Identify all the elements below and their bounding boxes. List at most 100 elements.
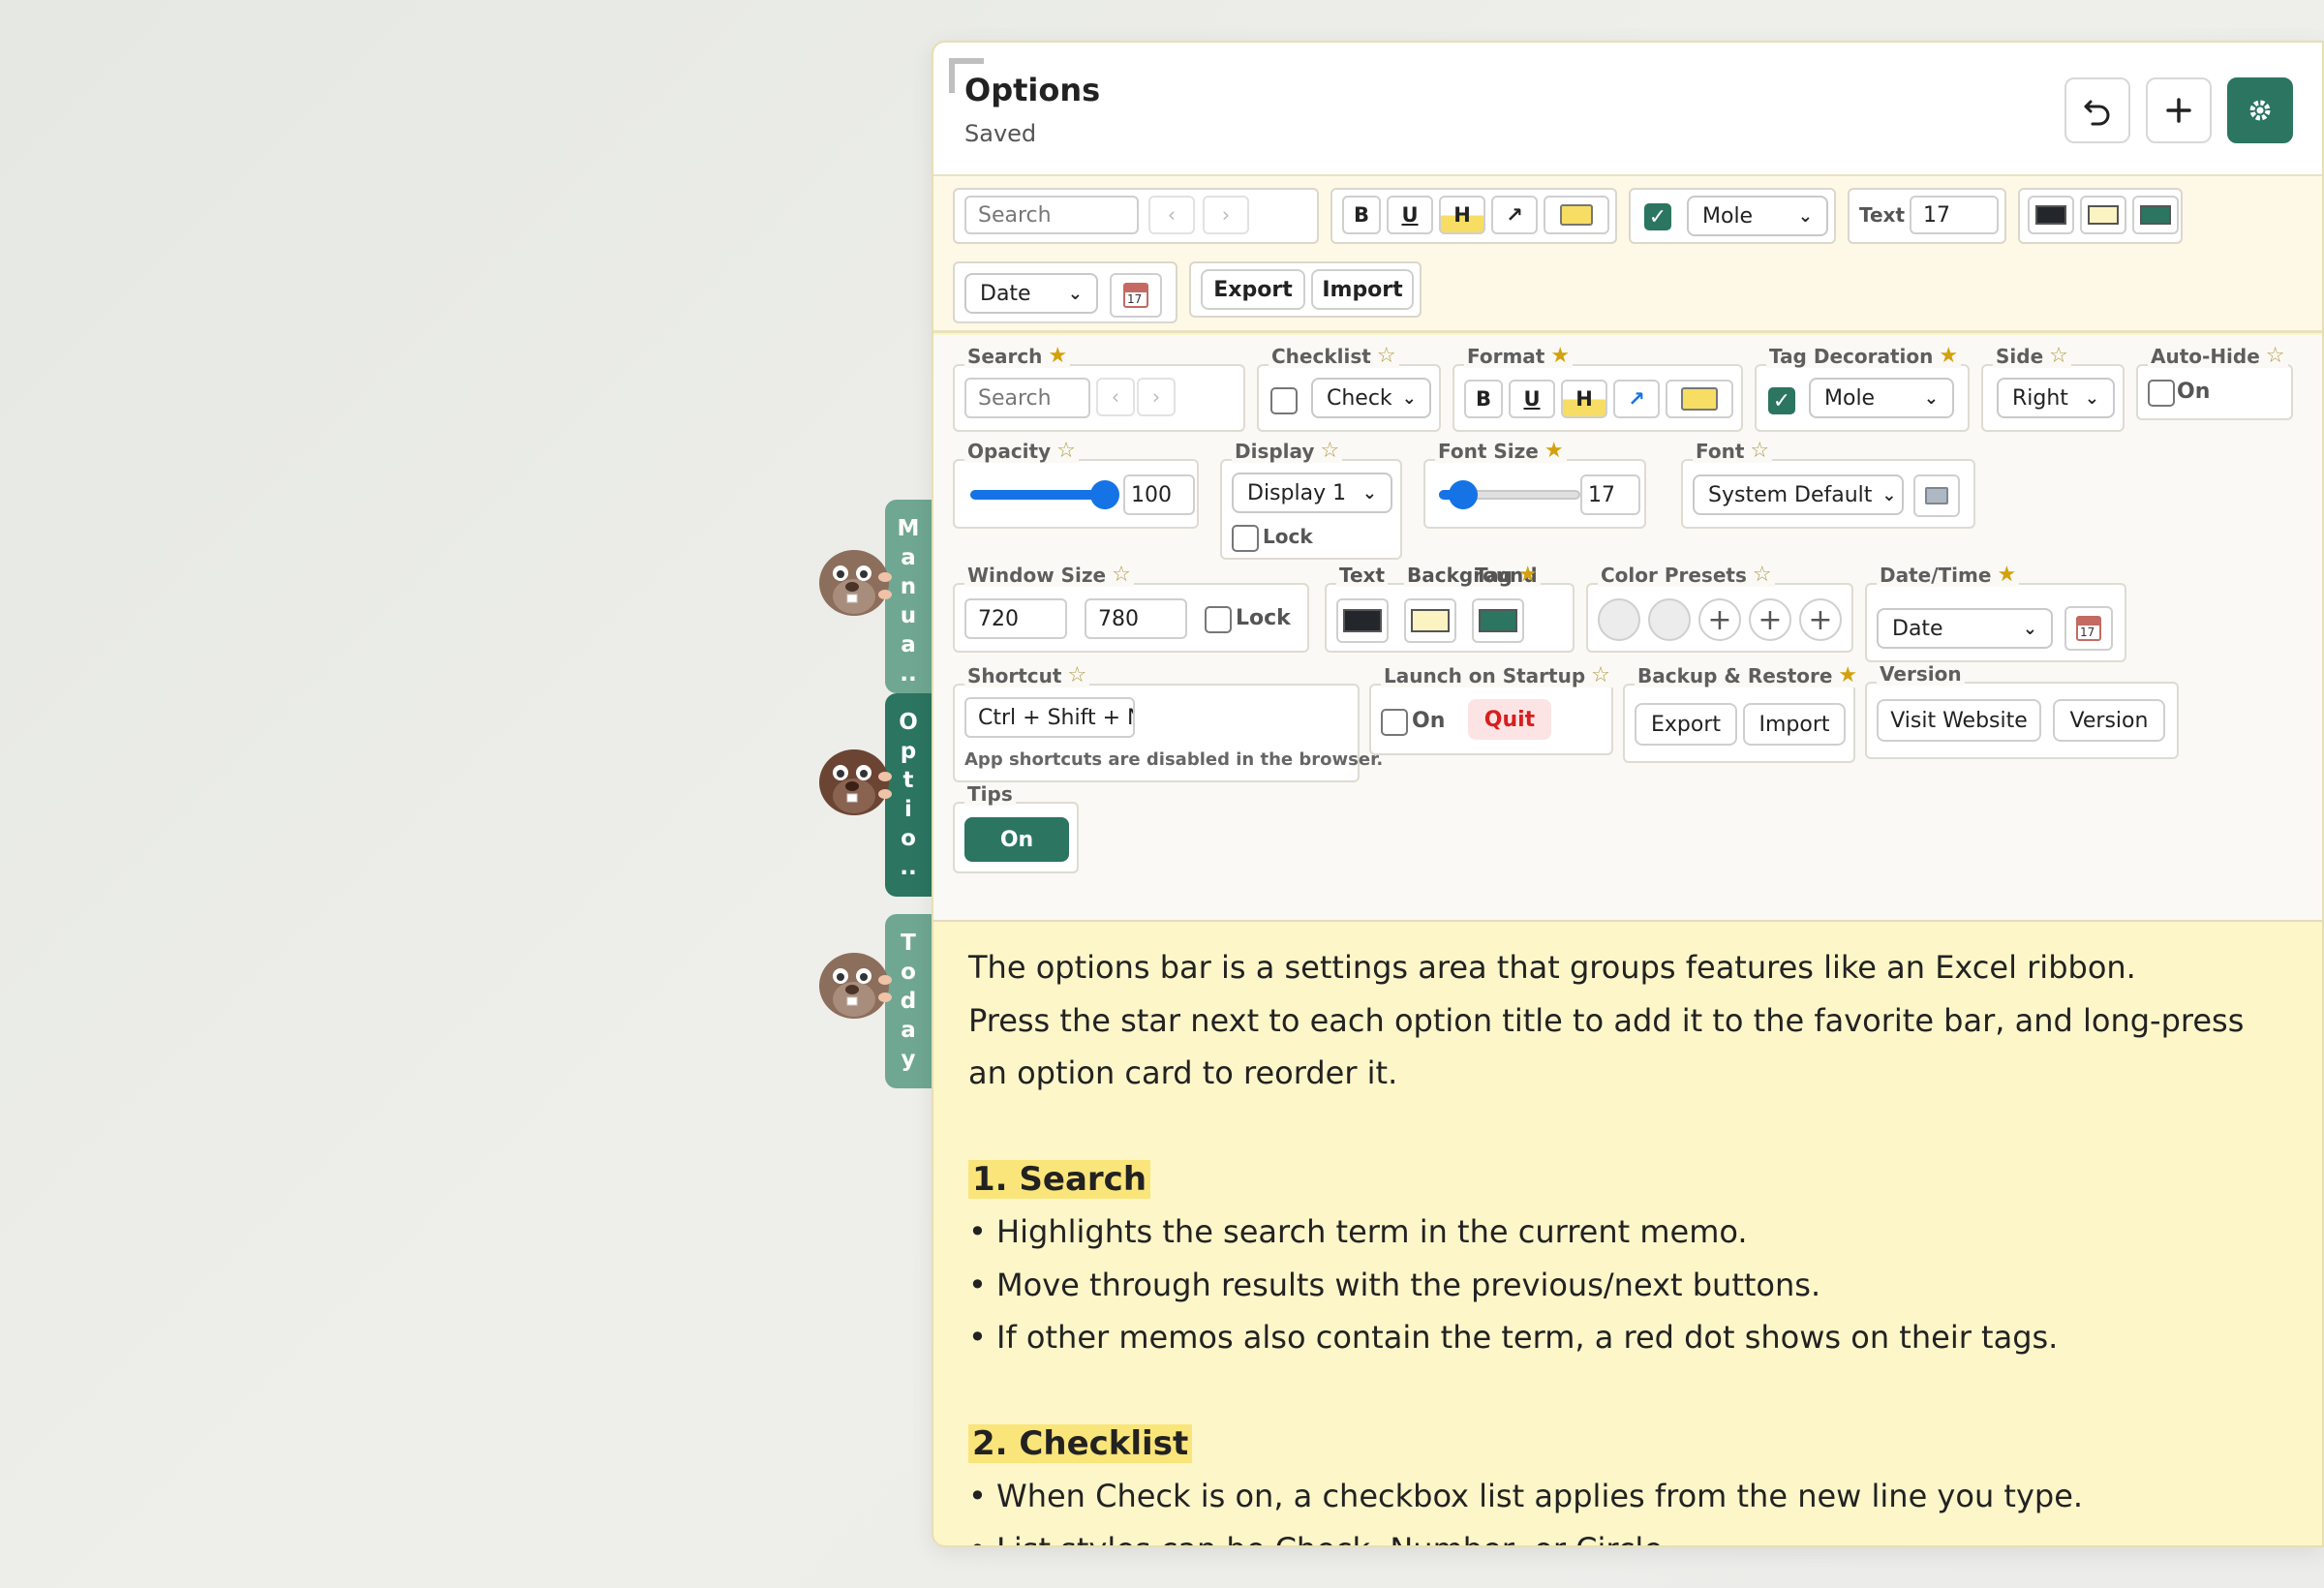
font-size-input[interactable]: 17: [1580, 474, 1640, 515]
star-filled-icon[interactable]: ★: [1939, 346, 1958, 367]
datetime-select[interactable]: Date ⌄: [1877, 608, 2053, 649]
fav-bold-button[interactable]: B: [1342, 196, 1381, 234]
fav-bg-color-button[interactable]: [2080, 196, 2126, 234]
quit-button[interactable]: Quit: [1468, 699, 1551, 740]
backup-import-button[interactable]: Import: [1743, 703, 1846, 746]
star-outline-icon[interactable]: ☆: [1377, 346, 1396, 367]
window-height-input[interactable]: 780: [1085, 598, 1187, 639]
add-preset-button[interactable]: +: [1749, 598, 1791, 641]
search-next-button[interactable]: ›: [1137, 378, 1176, 416]
star-outline-icon[interactable]: ☆: [1320, 441, 1339, 462]
visit-website-button[interactable]: Visit Website: [1877, 699, 2041, 742]
settings-button[interactable]: [2227, 77, 2293, 143]
option-card-colors[interactable]: Text Background Tag ★: [1325, 564, 1575, 653]
option-card-font[interactable]: Font ☆ System Default ⌄: [1681, 440, 1975, 529]
fav-highlight-button[interactable]: H: [1439, 196, 1485, 234]
option-card-color-presets[interactable]: Color Presets ☆ + + +: [1586, 564, 1853, 653]
font-folder-button[interactable]: [1913, 474, 1960, 517]
option-card-format[interactable]: Format ★ B U H ↗: [1452, 345, 1743, 432]
option-card-datetime[interactable]: Date/Time ★ Date ⌄ 17: [1865, 564, 2126, 662]
fav-tag-style-select[interactable]: Mole ⌄: [1687, 196, 1828, 236]
option-card-tag-decoration[interactable]: Tag Decoration ★ ✓ Mole ⌄: [1755, 345, 1970, 432]
star-outline-icon[interactable]: ☆: [1112, 565, 1131, 586]
add-memo-button[interactable]: [2146, 77, 2212, 143]
fav-link-button[interactable]: ↗: [1491, 196, 1538, 234]
fav-calendar-button[interactable]: 17: [1110, 273, 1162, 318]
tag-color-button[interactable]: [1472, 598, 1524, 643]
star-outline-icon[interactable]: ☆: [1753, 565, 1772, 586]
opacity-input[interactable]: 100: [1123, 474, 1195, 515]
fav-import-button[interactable]: Import: [1311, 269, 1414, 310]
fav-date-select[interactable]: Date ⌄: [964, 273, 1098, 314]
font-select[interactable]: System Default ⌄: [1693, 474, 1904, 515]
star-outline-icon[interactable]: ☆: [1591, 665, 1610, 687]
checklist-checkbox[interactable]: [1270, 387, 1298, 414]
star-outline-icon[interactable]: ☆: [1067, 665, 1086, 687]
memo-content[interactable]: The options bar is a settings area that …: [968, 941, 2283, 1545]
window-width-input[interactable]: 720: [964, 598, 1067, 639]
tag-style-select[interactable]: Mole ⌄: [1809, 378, 1954, 418]
fav-font-size-input[interactable]: 17: [1910, 196, 1999, 234]
star-outline-icon[interactable]: ☆: [2049, 346, 2068, 367]
option-card-side[interactable]: Side ☆ Right ⌄: [1981, 345, 2125, 432]
tag-decoration-checkbox[interactable]: ✓: [1768, 387, 1795, 414]
version-button[interactable]: Version: [2053, 699, 2165, 742]
search-input[interactable]: Search: [964, 378, 1090, 418]
backup-export-button[interactable]: Export: [1635, 703, 1737, 746]
star-filled-icon[interactable]: ★: [1838, 665, 1857, 687]
option-card-font-size[interactable]: Font Size ★ 17: [1423, 440, 1646, 529]
fav-tag-color-button[interactable]: [2132, 196, 2179, 234]
star-filled-icon[interactable]: ★: [1544, 441, 1564, 462]
search-prev-button[interactable]: ‹: [1096, 378, 1135, 416]
option-card-launch[interactable]: Launch on Startup ☆ On Quit: [1369, 664, 1613, 755]
option-card-version[interactable]: Version Visit Website Version: [1865, 662, 2179, 759]
font-size-slider-knob[interactable]: [1449, 480, 1478, 509]
bold-button[interactable]: B: [1464, 380, 1503, 418]
star-filled-icon[interactable]: ★: [1518, 565, 1538, 586]
fav-tag-decoration-checkbox[interactable]: ✓: [1644, 203, 1671, 230]
fav-text-color-button[interactable]: [2028, 196, 2074, 234]
fav-export-button[interactable]: Export: [1201, 269, 1305, 310]
add-preset-button[interactable]: +: [1799, 598, 1842, 641]
fav-prev-button[interactable]: ‹: [1148, 196, 1195, 234]
launch-checkbox[interactable]: [1381, 709, 1408, 736]
star-outline-icon[interactable]: ☆: [1056, 441, 1076, 462]
star-filled-icon[interactable]: ★: [1048, 346, 1067, 367]
auto-hide-checkbox[interactable]: [2148, 380, 2175, 407]
star-outline-icon[interactable]: ☆: [2266, 346, 2285, 367]
option-card-backup[interactable]: Backup & Restore ★ Export Import: [1623, 664, 1861, 763]
option-card-shortcut[interactable]: Shortcut ☆ Ctrl + Shift + N App shortcuts…: [953, 664, 1383, 782]
calendar-button[interactable]: 17: [2064, 606, 2113, 651]
option-card-window-size[interactable]: Window Size ☆ 720 780 Lock: [953, 564, 1309, 653]
underline-button[interactable]: U: [1509, 380, 1555, 418]
text-color-button[interactable]: [1336, 598, 1389, 643]
fav-highlight-color-button[interactable]: [1544, 196, 1609, 234]
display-select[interactable]: Display 1 ⌄: [1232, 473, 1392, 513]
opacity-slider-track[interactable]: [970, 490, 1106, 500]
add-preset-button[interactable]: +: [1698, 598, 1741, 641]
background-color-button[interactable]: [1404, 598, 1456, 643]
display-lock-checkbox[interactable]: [1232, 525, 1259, 552]
window-lock-checkbox[interactable]: [1205, 606, 1232, 633]
star-filled-icon[interactable]: ★: [1550, 346, 1570, 367]
fav-next-button[interactable]: ›: [1203, 196, 1249, 234]
tips-toggle[interactable]: On: [964, 817, 1069, 862]
option-card-search[interactable]: Search ★ Search ‹ ›: [953, 345, 1245, 432]
preset-slot[interactable]: [1598, 598, 1640, 641]
undo-button[interactable]: [2064, 77, 2130, 143]
checklist-style-select[interactable]: Check ⌄: [1311, 378, 1431, 418]
star-outline-icon[interactable]: ☆: [1750, 441, 1769, 462]
shortcut-input[interactable]: Ctrl + Shift + N: [964, 697, 1135, 738]
side-select[interactable]: Right ⌄: [1997, 378, 2115, 418]
preset-slot[interactable]: [1648, 598, 1691, 641]
option-card-opacity[interactable]: Opacity ☆ 100: [953, 440, 1199, 529]
fav-underline-button[interactable]: U: [1387, 196, 1433, 234]
highlight-button[interactable]: H: [1561, 380, 1607, 418]
option-card-display[interactable]: Display ☆ Display 1 ⌄ Lock: [1220, 440, 1402, 560]
star-filled-icon[interactable]: ★: [1997, 565, 2016, 586]
opacity-slider-knob[interactable]: [1090, 480, 1119, 509]
option-card-auto-hide[interactable]: Auto-Hide ☆ On: [2136, 345, 2293, 420]
option-card-tips[interactable]: Tips On: [953, 782, 1079, 873]
highlight-color-button[interactable]: [1666, 380, 1733, 418]
option-card-checklist[interactable]: Checklist ☆ Check ⌄: [1257, 345, 1441, 432]
